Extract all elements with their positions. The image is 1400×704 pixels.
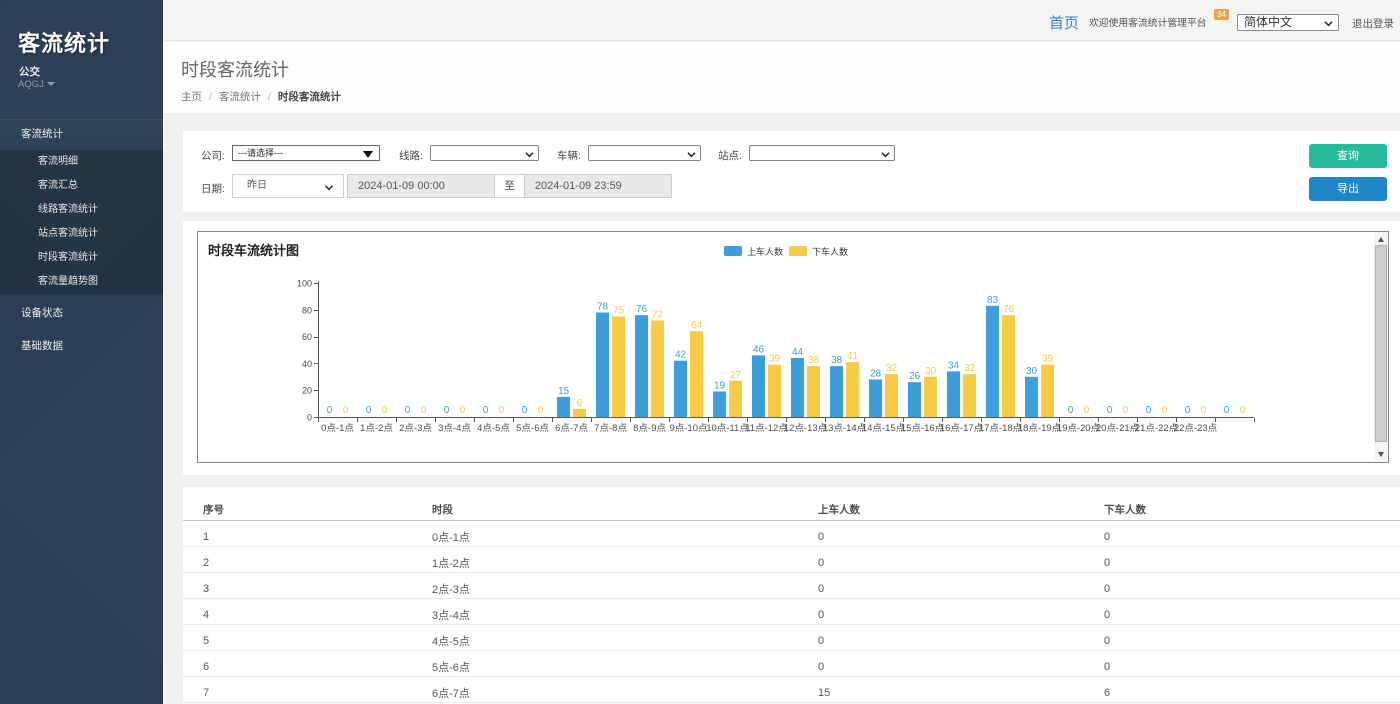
svg-text:44: 44	[792, 347, 804, 358]
svg-text:34: 34	[948, 360, 960, 371]
svg-text:38: 38	[808, 355, 820, 366]
svg-text:75: 75	[613, 306, 625, 317]
svg-text:15点-16点: 15点-16点	[901, 423, 945, 434]
svg-text:100: 100	[297, 279, 312, 289]
svg-text:1点-2点: 1点-2点	[360, 423, 393, 434]
svg-text:22点-23点: 22点-23点	[1174, 423, 1218, 434]
svg-text:9点-10点: 9点-10点	[669, 423, 708, 434]
svg-text:0: 0	[1084, 405, 1090, 416]
svg-text:21点-22点: 21点-22点	[1135, 423, 1179, 434]
svg-text:3点-4点: 3点-4点	[438, 423, 471, 434]
svg-text:0: 0	[522, 405, 528, 416]
svg-text:32: 32	[886, 363, 898, 374]
svg-text:0: 0	[382, 405, 388, 416]
svg-text:60: 60	[302, 332, 312, 342]
svg-text:0: 0	[499, 405, 505, 416]
svg-text:0: 0	[1185, 405, 1191, 416]
svg-text:10点-11点: 10点-11点	[706, 423, 749, 434]
svg-text:0: 0	[483, 405, 489, 416]
svg-text:38: 38	[831, 355, 843, 366]
svg-text:42: 42	[675, 350, 687, 361]
svg-text:5点-6点: 5点-6点	[516, 423, 549, 434]
svg-text:0: 0	[307, 413, 312, 423]
svg-text:40: 40	[302, 359, 312, 369]
svg-text:4点-5点: 4点-5点	[477, 423, 510, 434]
svg-text:2点-3点: 2点-3点	[399, 423, 432, 434]
svg-text:19: 19	[714, 381, 726, 392]
svg-text:0: 0	[444, 405, 450, 416]
svg-text:78: 78	[597, 302, 609, 313]
svg-text:0: 0	[1107, 405, 1113, 416]
svg-text:30: 30	[1026, 366, 1038, 377]
svg-text:0点-1点: 0点-1点	[321, 423, 354, 434]
svg-text:0: 0	[1224, 405, 1230, 416]
svg-text:0: 0	[405, 405, 411, 416]
svg-text:13点-14点: 13点-14点	[823, 423, 867, 434]
svg-text:64: 64	[691, 320, 703, 331]
svg-text:0: 0	[1068, 405, 1074, 416]
svg-text:0: 0	[1240, 405, 1246, 416]
svg-text:0: 0	[1162, 405, 1168, 416]
svg-text:76: 76	[1003, 304, 1015, 315]
svg-text:0: 0	[538, 405, 544, 416]
svg-text:0: 0	[1201, 405, 1207, 416]
svg-text:18点-19点: 18点-19点	[1018, 423, 1062, 434]
svg-text:0: 0	[327, 405, 333, 416]
svg-text:16点-17点: 16点-17点	[940, 423, 984, 434]
svg-text:46: 46	[753, 344, 765, 355]
svg-text:6点-7点: 6点-7点	[555, 423, 588, 434]
svg-text:20: 20	[302, 386, 312, 396]
svg-text:28: 28	[870, 369, 882, 380]
svg-text:14点-15点: 14点-15点	[862, 423, 906, 434]
svg-text:0: 0	[421, 405, 427, 416]
svg-text:15: 15	[558, 386, 570, 397]
svg-text:80: 80	[302, 305, 312, 315]
svg-text:72: 72	[652, 310, 664, 321]
svg-text:41: 41	[847, 351, 859, 362]
svg-text:17点-18点: 17点-18点	[979, 423, 1023, 434]
svg-text:0: 0	[366, 405, 372, 416]
svg-text:0: 0	[1123, 405, 1129, 416]
svg-text:27: 27	[730, 370, 742, 381]
svg-text:8点-9点: 8点-9点	[633, 423, 666, 434]
svg-text:39: 39	[1042, 354, 1054, 365]
svg-text:26: 26	[909, 371, 921, 382]
svg-text:12点-13点: 12点-13点	[784, 423, 828, 434]
svg-text:0: 0	[343, 405, 349, 416]
svg-text:11点-12点: 11点-12点	[745, 423, 788, 434]
svg-text:30: 30	[925, 366, 937, 377]
svg-text:76: 76	[636, 304, 648, 315]
svg-text:6: 6	[577, 398, 583, 409]
svg-text:39: 39	[769, 354, 781, 365]
svg-text:7点-8点: 7点-8点	[594, 423, 627, 434]
svg-text:20点-21点: 20点-21点	[1096, 423, 1140, 434]
svg-text:83: 83	[987, 295, 999, 306]
svg-text:0: 0	[1146, 405, 1152, 416]
svg-text:19点-20点: 19点-20点	[1057, 423, 1101, 434]
svg-text:0: 0	[460, 405, 466, 416]
svg-text:32: 32	[964, 363, 976, 374]
